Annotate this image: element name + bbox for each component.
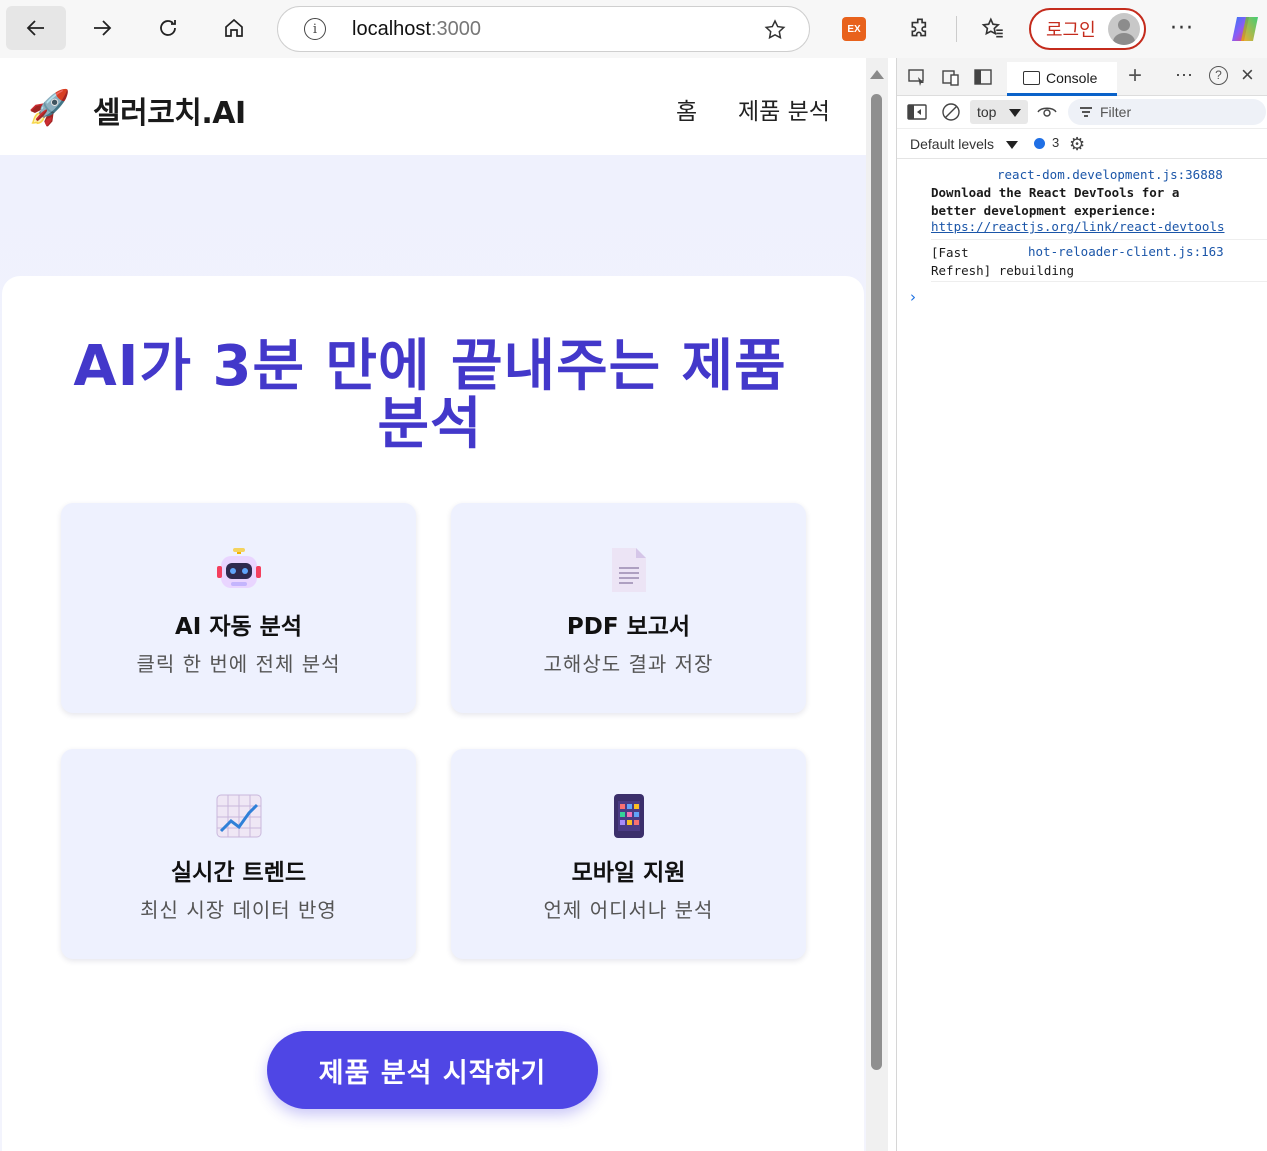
login-label: 로그인 xyxy=(1046,20,1096,41)
copilot-icon[interactable] xyxy=(1228,12,1262,46)
console-icon xyxy=(1023,70,1040,85)
nav-link-analysis[interactable]: 제품 분석 xyxy=(738,92,830,126)
arrow-right-icon xyxy=(94,20,112,36)
feature-description: 고해상도 결과 저장 xyxy=(543,652,714,676)
feature-card-pdf-report: PDF 보고서 고해상도 결과 저장 xyxy=(451,503,806,713)
document-icon xyxy=(604,545,654,595)
context-selector[interactable]: top xyxy=(970,100,1028,124)
reload-button[interactable] xyxy=(138,6,198,50)
console-levels-bar: Default levels 3 ⚙ xyxy=(897,129,1267,159)
feature-description: 클릭 한 번에 전체 분석 xyxy=(136,652,341,676)
clear-console-icon[interactable] xyxy=(941,102,961,122)
favorites-icon[interactable] xyxy=(980,15,1006,41)
page-scrollbar[interactable] xyxy=(866,58,888,1151)
browser-toolbar: i localhost:3000 EX 로그인 ··· xyxy=(0,0,1267,58)
brand-name[interactable]: 셀러코치.AI xyxy=(93,88,246,132)
inspect-element-icon[interactable] xyxy=(907,67,927,87)
feature-title: AI 자동 분석 xyxy=(174,614,302,640)
live-expression-eye-icon[interactable] xyxy=(1037,104,1057,120)
sidebar-toggle-icon[interactable] xyxy=(907,103,927,121)
console-toolbar: top Filter xyxy=(897,96,1267,129)
forward-button[interactable] xyxy=(72,6,132,50)
site-header: 🚀 셀러코치.AI 홈 제품 분석 xyxy=(0,58,866,155)
url-port: :3000 xyxy=(430,17,481,40)
devtools-panel: Console + ··· ? × top Filter Default lev… xyxy=(896,58,1267,1151)
scroll-up-arrow-icon[interactable] xyxy=(870,70,884,79)
home-button[interactable] xyxy=(204,6,264,50)
message-source-link[interactable]: hot-reloader-client.js:163 xyxy=(1028,244,1224,259)
nav-link-home[interactable]: 홈 xyxy=(676,92,697,126)
feature-title: 모바일 지원 xyxy=(571,860,686,886)
device-emulation-icon[interactable] xyxy=(941,67,961,87)
message-source-link[interactable]: react-dom.development.js:36888 xyxy=(997,167,1223,182)
extensions-puzzle-icon[interactable] xyxy=(908,15,934,41)
filter-placeholder: Filter xyxy=(1100,104,1132,120)
tab-console-label: Console xyxy=(1046,69,1098,86)
react-devtools-link[interactable]: https://reactjs.org/link/react-devtools xyxy=(931,219,1225,234)
feature-card-ai-analysis: AI 자동 분석 클릭 한 번에 전체 분석 xyxy=(61,503,416,713)
console-message-text: Refresh] rebuilding xyxy=(931,263,1074,278)
hero-title: AI가 3분 만에 끝내주는 제품 분석 xyxy=(73,334,787,457)
page-viewport: 🚀 셀러코치.AI 홈 제품 분석 AI가 3분 만에 끝내주는 제품 분석 A… xyxy=(0,58,866,1151)
favorite-star-icon[interactable] xyxy=(763,18,787,42)
devtools-more-icon[interactable]: ··· xyxy=(1175,64,1193,85)
reload-icon xyxy=(160,20,176,36)
feature-card-trend: 실시간 트렌드 최신 시장 데이터 반영 xyxy=(61,749,416,959)
filter-icon xyxy=(1080,107,1092,117)
console-settings-gear-icon[interactable]: ⚙ xyxy=(1069,134,1085,155)
message-count: 3 xyxy=(1052,135,1060,150)
scrollbar-thumb[interactable] xyxy=(871,94,882,1070)
add-tab-icon[interactable]: + xyxy=(1128,62,1142,90)
chevron-down-icon[interactable] xyxy=(1006,141,1018,149)
console-prompt-icon[interactable]: › xyxy=(910,288,916,306)
url-host: localhost xyxy=(352,17,431,40)
more-options-icon[interactable]: ··· xyxy=(1170,16,1194,41)
close-devtools-icon[interactable]: × xyxy=(1241,62,1254,88)
robot-icon xyxy=(214,545,264,595)
message-count-icon xyxy=(1034,138,1045,149)
feature-title: PDF 보고서 xyxy=(566,614,691,640)
site-info-icon[interactable]: i xyxy=(304,18,326,40)
message-separator xyxy=(931,239,1267,240)
start-analysis-button[interactable]: 제품 분석 시작하기 xyxy=(267,1031,598,1109)
console-message-text: [Fast xyxy=(931,245,969,260)
feature-title: 실시간 트렌드 xyxy=(171,860,306,886)
address-bar[interactable]: i localhost:3000 xyxy=(277,6,810,52)
dock-side-icon[interactable] xyxy=(973,67,993,87)
message-separator xyxy=(931,281,1267,282)
tab-console[interactable]: Console xyxy=(1007,62,1117,96)
log-levels-dropdown[interactable]: Default levels xyxy=(910,136,994,152)
rocket-logo-icon[interactable]: 🚀 xyxy=(28,88,70,128)
login-button[interactable]: 로그인 xyxy=(1029,8,1146,50)
back-button[interactable] xyxy=(6,6,66,50)
profile-avatar-icon xyxy=(1108,13,1140,45)
console-message-text: Download the React DevTools for a better… xyxy=(931,185,1180,218)
devtools-tab-bar: Console + ··· ? × xyxy=(897,58,1267,96)
home-icon xyxy=(225,18,243,37)
feature-card-mobile: 모바일 지원 언제 어디서나 분석 xyxy=(451,749,806,959)
arrow-left-icon xyxy=(26,20,44,36)
toolbar-divider xyxy=(956,16,957,42)
mobile-phone-icon xyxy=(604,791,654,841)
help-icon[interactable]: ? xyxy=(1209,66,1228,85)
feature-description: 언제 어디서나 분석 xyxy=(543,898,714,922)
feature-description: 최신 시장 데이터 반영 xyxy=(140,898,337,922)
extension-badge-icon[interactable]: EX xyxy=(842,17,866,41)
filter-input[interactable]: Filter xyxy=(1068,99,1266,125)
chart-increasing-icon xyxy=(214,791,264,841)
